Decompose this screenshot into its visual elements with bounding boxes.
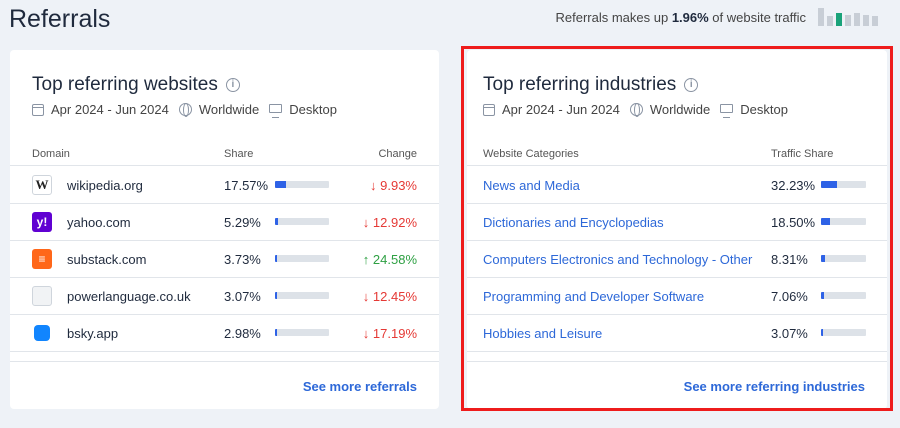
share-value: 2.98% [224,326,261,341]
minichart-bar [827,16,833,26]
websites-filters: Apr 2024 - Jun 2024 Worldwide Desktop [32,102,347,118]
change-header: Change [378,148,417,160]
domain-link[interactable]: substack.com [67,252,146,267]
page-title: Referrals [9,5,111,33]
share-bar [275,181,329,188]
table-row[interactable]: ≡ substack.com 3.73% ↑ 24.58% [10,241,439,278]
page-icon [32,286,52,306]
domain-link[interactable]: powerlanguage.co.uk [67,289,191,304]
info-icon[interactable]: i [225,78,240,92]
share-value: 3.73% [224,252,261,267]
traffic-sources-minichart[interactable] [818,8,878,26]
arrow-down-icon: ↓ [362,215,373,230]
table-row[interactable]: powerlanguage.co.uk 3.07% ↓ 12.45% [10,278,439,315]
summary-value: 1.96% [671,10,709,25]
share-value: 5.29% [224,215,261,230]
change-value: ↑ 24.58% [362,252,417,267]
date-range-filter[interactable]: Apr 2024 - Jun 2024 [32,102,169,117]
share-value: 3.07% [224,289,261,304]
minichart-bar [836,13,842,26]
summary-text: Referrals makes up 1.96% of website traf… [555,10,806,25]
minichart-bar [818,8,824,26]
table-row[interactable]: bsky.app 2.98% ↓ 17.19% [10,315,439,352]
domain-header: Domain [32,148,70,160]
minichart-bar [872,16,878,26]
see-more-referrals-link[interactable]: See more referrals [303,379,417,394]
share-header: Share [224,148,254,160]
wikipedia-icon: W [32,175,52,195]
substack-icon: ≡ [32,249,52,269]
share-bar [275,218,329,225]
arrow-down-icon: ↓ [370,178,381,193]
region-filter[interactable]: Worldwide [178,102,259,117]
device-filter[interactable]: Desktop [269,102,337,118]
domain-link[interactable]: yahoo.com [67,215,131,230]
share-bar [275,255,329,262]
domain-link[interactable]: bsky.app [67,326,118,341]
table-row[interactable]: Wwikipedia.org 17.57% ↓ 9.93% [10,167,439,204]
share-bar [275,292,329,299]
referral-share-summary: Referrals makes up 1.96% of website traf… [555,8,878,26]
arrow-down-icon: ↓ [362,326,373,341]
calendar-icon [32,103,44,116]
arrow-down-icon: ↓ [362,289,373,304]
yahoo-icon: y! [32,212,52,232]
arrow-up-icon: ↑ [362,252,373,267]
minichart-bar [854,13,860,26]
websites-footer: See more referrals [10,361,439,409]
domain-link[interactable]: wikipedia.org [67,178,143,193]
change-value: ↓ 17.19% [362,326,417,341]
table-row[interactable]: y! yahoo.com 5.29% ↓ 12.92% [10,204,439,241]
globe-icon [178,103,192,117]
bluesky-icon [34,325,50,341]
desktop-icon [269,103,283,118]
change-value: ↓ 9.93% [370,178,417,193]
top-referring-websites-card: Top referring websites i Apr 2024 - Jun … [10,50,439,409]
websites-card-title: Top referring websites i [32,74,240,96]
change-value: ↓ 12.92% [362,215,417,230]
share-value: 17.57% [224,178,269,193]
share-bar [275,329,329,336]
change-value: ↓ 12.45% [362,289,417,304]
minichart-bar [863,15,869,26]
websites-table-header: Domain Share Change [10,138,439,166]
highlight-box [461,46,893,411]
minichart-bar [845,15,851,26]
